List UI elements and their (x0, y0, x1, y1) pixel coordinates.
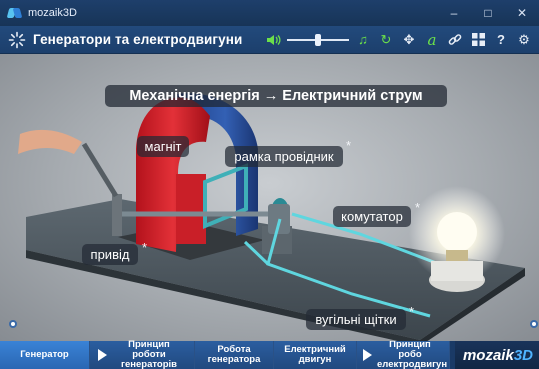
toolbar: Генератори та електродвигуни ♫ ↻ ✥ a ? ⚙ (0, 26, 539, 54)
label-magnet[interactable]: магніт (137, 136, 189, 157)
sound-icon[interactable] (265, 31, 283, 49)
scene-tabs: Генератор Принцип роботи генераторів Роб… (0, 339, 539, 369)
tab-label: Електричний двигун (284, 344, 346, 365)
magnet-pole-shoe (176, 174, 206, 244)
scene-title: Генератори та електродвигуни (33, 32, 243, 47)
label-marker-star: * (346, 138, 352, 153)
scene-viewport[interactable]: Механічна енергія → Електричний струм ма… (0, 54, 539, 341)
brand-name: mozaik (462, 346, 514, 364)
title-bar: mozaik3D – □ ✕ (0, 0, 539, 26)
volume-knob[interactable] (315, 33, 321, 46)
tab-generator[interactable]: Генератор (0, 341, 90, 369)
label-marker-star: * (409, 304, 415, 319)
label-carbon-brushes[interactable]: вугільні щітки (306, 309, 406, 330)
animation-burst-icon[interactable] (8, 31, 26, 49)
scene-corner-handle[interactable] (530, 320, 538, 328)
play-icon (363, 349, 372, 361)
tab-generator-operation[interactable]: Робота генератора (195, 341, 274, 369)
label-marker-star: * (142, 240, 148, 255)
volume-slider[interactable] (287, 31, 349, 49)
tab-label: Принцип роботи генераторів (121, 339, 177, 369)
energy-headline: Механічна енергія → Електричний струм (105, 85, 447, 107)
help-icon[interactable]: ? (492, 31, 510, 49)
play-icon (97, 349, 107, 361)
brand-suffix: 3D (513, 346, 533, 364)
app-name: mozaik3D (28, 7, 77, 19)
label-commutator[interactable]: комутатор (333, 206, 411, 227)
mozaik-logo: mozaik 3D (454, 341, 539, 369)
tab-label: Робота генератора (207, 344, 261, 365)
window-controls: – □ ✕ (437, 6, 539, 20)
move-icon[interactable]: ✥ (400, 31, 418, 49)
maximize-button[interactable]: □ (471, 6, 505, 20)
toolbar-tools: ♫ ↻ ✥ a ? ⚙ (260, 31, 533, 49)
link-icon[interactable] (446, 31, 464, 49)
music-icon[interactable]: ♫ (354, 31, 372, 49)
tab-label: Генератор (20, 349, 69, 360)
grid-icon[interactable] (469, 31, 487, 49)
app-logo-icon (8, 6, 22, 20)
minimize-button[interactable]: – (437, 6, 471, 20)
settings-icon[interactable]: ⚙ (515, 31, 533, 49)
label-marker-star: * (415, 200, 421, 215)
scene-corner-handle[interactable] (9, 320, 17, 328)
close-button[interactable]: ✕ (505, 6, 539, 20)
label-conductor-frame[interactable]: рамка провідник (225, 146, 343, 167)
tab-motor-principle[interactable]: Принцип робо електродвигун (357, 341, 450, 369)
tab-label: Принцип робо електродвигун (377, 341, 448, 369)
tab-generator-principle[interactable]: Принцип роботи генераторів (90, 339, 195, 369)
label-drive[interactable]: привід (82, 244, 138, 265)
tab-electric-motor[interactable]: Електричний двигун (274, 341, 357, 369)
annotation-icon[interactable]: a (423, 31, 441, 49)
restart-icon[interactable]: ↻ (377, 31, 395, 49)
